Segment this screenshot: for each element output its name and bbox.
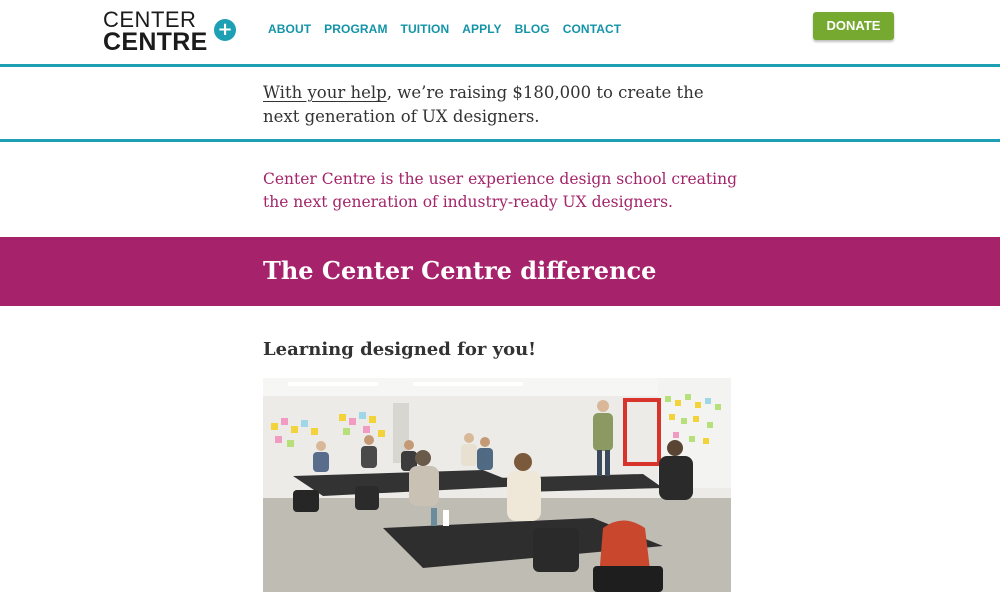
center-centre-logo[interactable]: CENTER CENTRE +	[103, 9, 243, 55]
nav-contact[interactable]: CONTACT	[563, 22, 621, 36]
main-nav: ABOUT PROGRAM TUITION APPLY BLOG CONTACT	[268, 22, 634, 36]
nav-tuition[interactable]: TUITION	[401, 22, 450, 36]
nav-apply[interactable]: APPLY	[462, 22, 501, 36]
difference-title: The Center Centre difference	[263, 256, 657, 285]
section-heading: Learning designed for you!	[263, 339, 537, 360]
nav-program[interactable]: PROGRAM	[324, 22, 387, 36]
difference-band: The Center Centre difference	[0, 237, 1000, 306]
logo-line-centre: CENTRE	[103, 28, 208, 56]
fundraising-banner: With your help, we’re raising $180,000 t…	[0, 64, 1000, 142]
donate-button[interactable]: DONATE	[813, 12, 894, 40]
plus-icon: +	[214, 19, 236, 41]
fundraising-text: With your help, we’re raising $180,000 t…	[263, 81, 743, 129]
classroom-photo	[263, 378, 731, 592]
site-header: CENTER CENTRE + ABOUT PROGRAM TUITION AP…	[0, 0, 1000, 64]
intro-text: Center Centre is the user experience des…	[263, 170, 738, 211]
classroom-photo-illustration	[263, 378, 731, 592]
nav-blog[interactable]: BLOG	[515, 22, 550, 36]
nav-about[interactable]: ABOUT	[268, 22, 311, 36]
with-your-help-link[interactable]: With your help	[263, 83, 387, 102]
